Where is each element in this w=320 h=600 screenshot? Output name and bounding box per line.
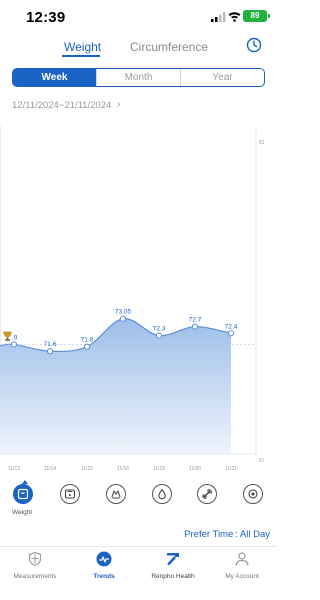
data-point bbox=[10, 341, 18, 348]
bmr-icon bbox=[248, 489, 258, 499]
x-tick-label: 11/15 bbox=[81, 466, 93, 472]
x-tick-label: 11/13 bbox=[8, 466, 20, 472]
data-label: 72.3 bbox=[153, 326, 166, 333]
data-label: .9 bbox=[12, 334, 18, 341]
tab-weight[interactable]: Weight bbox=[64, 40, 101, 54]
data-point bbox=[227, 330, 235, 337]
data-point bbox=[83, 343, 91, 350]
data-point bbox=[191, 323, 199, 330]
wifi-icon bbox=[228, 12, 241, 22]
period-week-button[interactable]: Week bbox=[13, 69, 96, 86]
bone-icon bbox=[202, 489, 212, 499]
x-tick-label: 11/14 bbox=[44, 466, 56, 472]
nav-trends-label: Trends bbox=[93, 573, 115, 580]
x-tick-label: 11/19 bbox=[153, 466, 165, 472]
nav-my-account-label: My Account bbox=[225, 573, 259, 580]
battery-indicator: 89 bbox=[243, 10, 267, 22]
data-label: 71.6 bbox=[44, 341, 57, 348]
top-tabs: Weight Circumference bbox=[0, 36, 277, 62]
metric-bone-button[interactable] bbox=[197, 484, 217, 504]
nav-measurements[interactable]: Measurements bbox=[1, 551, 69, 580]
date-range[interactable]: 12/11/2024~21/11/2024 bbox=[12, 100, 111, 111]
x-tick-label: 11/16 bbox=[117, 466, 129, 472]
nav-renpho-health-label: Renpho Health bbox=[151, 573, 195, 580]
y-tick-bottom: 67 bbox=[259, 458, 265, 464]
trends-icon bbox=[96, 551, 112, 567]
metric-body-fat-button[interactable] bbox=[60, 484, 80, 504]
data-label: 72.7 bbox=[189, 317, 202, 324]
chart-marks: .9 11/13 71.6 11/14 71.8 11/15 73.05 11/16 72.3 1… bbox=[0, 309, 256, 472]
tab-circumference[interactable]: Circumference bbox=[130, 40, 208, 54]
metric-muscle-button[interactable] bbox=[106, 484, 126, 504]
bottom-navigation: Measurements Trends Renpho Health My Acc… bbox=[0, 546, 277, 600]
y-tick-top: 81 bbox=[259, 140, 265, 146]
period-year-button[interactable]: Year bbox=[180, 69, 264, 86]
clock-icon[interactable] bbox=[246, 37, 262, 53]
weight-trend-chart: 81 67 .9 11/13 71.6 11/14 71.8 11/15 73.05 11/1… bbox=[0, 126, 265, 472]
metric-weight-label: Weight bbox=[12, 509, 33, 516]
shield-icon bbox=[28, 551, 42, 567]
nav-my-account[interactable]: My Account bbox=[208, 551, 276, 580]
data-point bbox=[119, 315, 127, 322]
chevron-right-icon[interactable]: › bbox=[117, 99, 120, 110]
status-time: 12:39 bbox=[26, 9, 66, 26]
prefer-time-selector[interactable]: Prefer Time: All Day bbox=[184, 529, 270, 540]
prefer-time-value: All Day bbox=[239, 529, 270, 540]
prefer-time-separator: : bbox=[235, 529, 238, 540]
metric-bmr-button[interactable] bbox=[243, 484, 263, 504]
status-bar: 12:39 89 bbox=[0, 0, 277, 34]
trophy-icon bbox=[3, 331, 12, 341]
weight-area-fill bbox=[0, 318, 231, 454]
user-icon bbox=[235, 552, 249, 566]
metric-water-button[interactable] bbox=[152, 484, 172, 504]
scale-icon bbox=[17, 488, 29, 500]
data-point bbox=[46, 348, 54, 355]
period-month-button[interactable]: Month bbox=[96, 69, 180, 86]
nav-trends[interactable]: Trends bbox=[70, 551, 138, 580]
signal-icon bbox=[211, 12, 226, 22]
period-selector: Week Month Year bbox=[12, 68, 265, 87]
renpho-logo-icon bbox=[167, 553, 179, 566]
nav-renpho-health[interactable]: Renpho Health bbox=[139, 551, 207, 580]
body-fat-scale-icon bbox=[64, 489, 76, 499]
data-label: 72.4 bbox=[225, 323, 238, 330]
water-drop-icon bbox=[158, 488, 166, 500]
active-tab-underline bbox=[62, 55, 100, 57]
nav-measurements-label: Measurements bbox=[13, 573, 57, 580]
muscle-icon bbox=[111, 490, 121, 499]
metric-selector: Weight bbox=[0, 484, 277, 520]
prefer-time-label: Prefer Time bbox=[184, 529, 234, 540]
metric-weight-button[interactable] bbox=[13, 484, 33, 504]
data-label: 73.05 bbox=[115, 309, 132, 316]
battery-tip bbox=[268, 14, 270, 18]
x-tick-label: 11/21 bbox=[225, 466, 237, 472]
data-label: 71.8 bbox=[81, 337, 94, 344]
data-point bbox=[155, 332, 163, 339]
x-tick-label: 11/20 bbox=[189, 466, 201, 472]
